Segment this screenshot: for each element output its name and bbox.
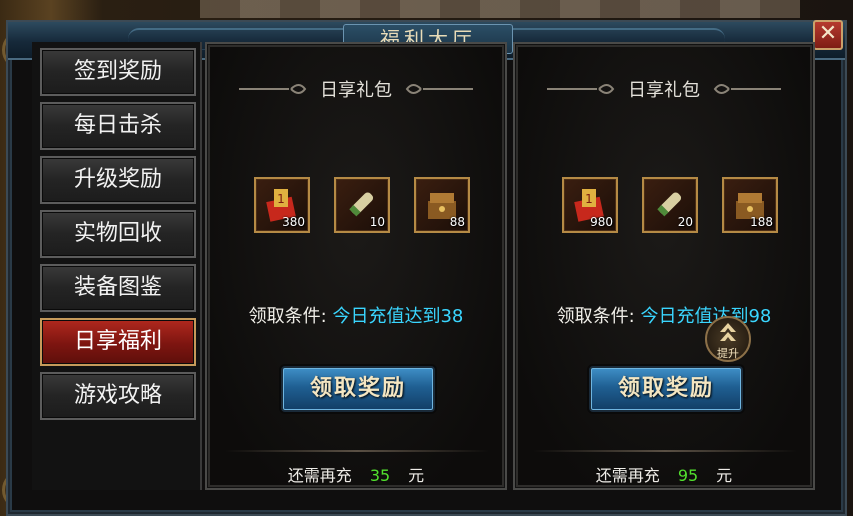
- item-quantity: 980: [590, 215, 613, 229]
- reward-item[interactable]: 188: [722, 177, 778, 233]
- svg-text:1: 1: [277, 192, 285, 206]
- double-up-arrow-icon: [720, 323, 736, 341]
- reward-item[interactable]: 88: [414, 177, 470, 233]
- item-quantity: 188: [750, 215, 773, 229]
- gift-pack-panel: 日享礼包 1 980 20 188 领取条件: 今日充值达到98 领取奖励 还需…: [513, 42, 815, 490]
- sidebar-item-levelup-reward[interactable]: 升级奖励: [40, 156, 196, 204]
- need-prefix: 还需再充: [595, 466, 660, 485]
- title-ornament-right-icon: [713, 84, 781, 94]
- need-suffix: 元: [716, 466, 733, 485]
- sidebar: 签到奖励 每日击杀 升级奖励 实物回收 装备图鉴 日享福利 游戏攻略: [32, 42, 202, 490]
- divider: [225, 450, 489, 452]
- reward-item[interactable]: 1 980: [562, 177, 618, 233]
- sidebar-item-equipment-codex[interactable]: 装备图鉴: [40, 264, 196, 312]
- sidebar-item-daily-kills[interactable]: 每日击杀: [40, 102, 196, 150]
- remaining-recharge: 还需再充 95 元: [515, 462, 813, 486]
- need-amount: 35: [369, 466, 391, 485]
- sidebar-item-item-recycle[interactable]: 实物回收: [40, 210, 196, 258]
- item-quantity: 88: [449, 215, 465, 229]
- reward-item[interactable]: 10: [334, 177, 390, 233]
- gift-pack-panel: 日享礼包 1 380 10 88 领取条件: 今日充值达到38 领取奖励 还需再…: [205, 42, 507, 490]
- condition-value: 今日充值达到38: [332, 306, 464, 327]
- reward-item[interactable]: 1 380: [254, 177, 310, 233]
- condition-value: 今日充值达到98: [640, 306, 772, 327]
- divider: [533, 450, 797, 452]
- claim-reward-button[interactable]: 领取奖励: [281, 366, 435, 412]
- upgrade-button[interactable]: 提升: [705, 316, 751, 362]
- need-prefix: 还需再充: [287, 466, 352, 485]
- condition-label: 领取条件:: [248, 306, 327, 327]
- sidebar-item-daily-welfare[interactable]: 日享福利: [40, 318, 196, 366]
- sidebar-item-checkin-reward[interactable]: 签到奖励: [40, 48, 196, 96]
- close-button[interactable]: ✕: [813, 20, 843, 50]
- claim-condition: 领取条件: 今日充值达到38: [207, 302, 505, 328]
- title-ornament-right-icon: [405, 84, 473, 94]
- claim-reward-button[interactable]: 领取奖励: [589, 366, 743, 412]
- upgrade-label: 提升: [717, 347, 739, 360]
- item-quantity: 20: [677, 215, 693, 229]
- reward-item[interactable]: 20: [642, 177, 698, 233]
- game-background-wall: [200, 0, 800, 18]
- remaining-recharge: 还需再充 35 元: [207, 462, 505, 486]
- sidebar-item-game-guide[interactable]: 游戏攻略: [40, 372, 196, 420]
- item-quantity: 10: [369, 215, 385, 229]
- item-quantity: 380: [282, 215, 305, 229]
- svg-text:1: 1: [585, 192, 593, 206]
- need-suffix: 元: [408, 466, 425, 485]
- condition-label: 领取条件:: [556, 306, 635, 327]
- need-amount: 95: [677, 466, 699, 485]
- claim-condition: 领取条件: 今日充值达到98: [515, 302, 813, 328]
